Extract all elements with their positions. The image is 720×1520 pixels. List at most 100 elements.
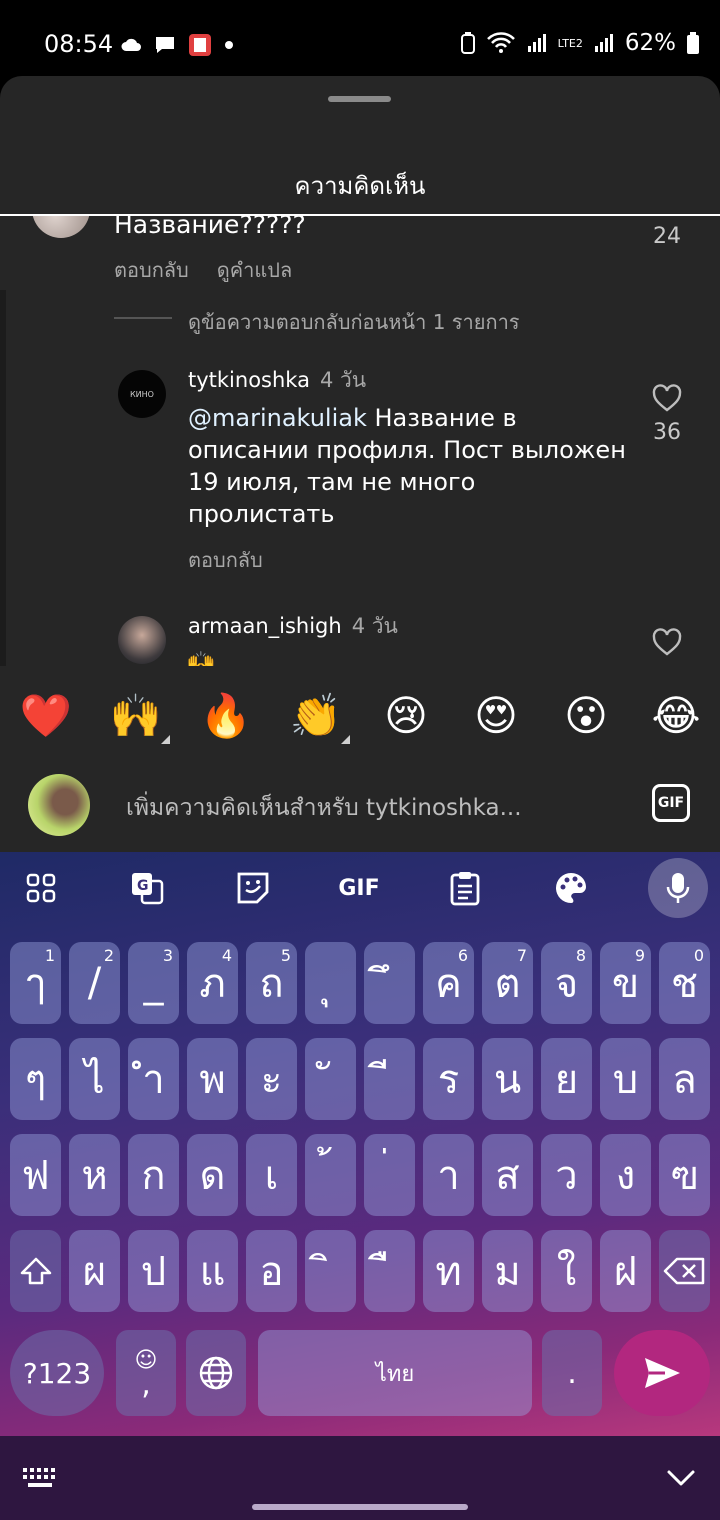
key[interactable]: อ (246, 1230, 297, 1312)
key[interactable]: ผ (69, 1230, 120, 1312)
username[interactable]: armaan_ishigh (188, 614, 342, 638)
key[interactable]: ค6 (423, 942, 474, 1024)
emoji-heart-eyes[interactable]: 😍 (468, 688, 524, 744)
emoji-raised-hands-glyph: 🙌 (109, 691, 163, 740)
key[interactable]: น (482, 1038, 533, 1120)
reply-button[interactable]: ตอบกลับ (188, 544, 263, 576)
key[interactable]: ุ (305, 942, 356, 1024)
key[interactable]: ต7 (482, 942, 533, 1024)
gif-keyboard-button[interactable]: GIF (336, 868, 382, 908)
key[interactable]: ี (364, 1038, 415, 1120)
translate-button[interactable]: ดูคำแปล (217, 254, 292, 286)
key[interactable]: ห (69, 1134, 120, 1216)
comments-list[interactable]: Название????? 24 ตอบกลับ ดูคำแปล ดูข้อคว… (0, 216, 720, 666)
globe-icon (199, 1356, 233, 1390)
translate-icon[interactable]: G (124, 868, 170, 908)
key[interactable]: ช0 (659, 942, 710, 1024)
backspace-key[interactable] (659, 1230, 710, 1312)
key[interactable]: ้ (305, 1134, 356, 1216)
clipboard-icon[interactable] (442, 868, 488, 908)
language-key[interactable] (186, 1330, 246, 1416)
key[interactable]: ๆ (10, 1038, 61, 1120)
heart-icon[interactable] (652, 384, 682, 412)
shift-key[interactable] (10, 1230, 61, 1312)
key[interactable]: /2 (69, 942, 120, 1024)
send-icon (645, 1358, 680, 1388)
key[interactable]: ๅ1 (10, 942, 61, 1024)
key[interactable]: ฟ (10, 1134, 61, 1216)
key[interactable]: ส (482, 1134, 533, 1216)
keyboard: G GIF ๅ1 /2 _3 ภ4 ถ5 ุ ึ ค6 ต7 จ8 ข9 ช0 … (0, 852, 720, 1436)
key-hint: 4 (221, 946, 232, 965)
key[interactable]: ร (423, 1038, 474, 1120)
chevron-down-icon[interactable] (666, 1468, 696, 1488)
key[interactable]: เ (246, 1134, 297, 1216)
home-gesture-bar[interactable] (252, 1504, 468, 1510)
emoji-laughing[interactable]: 😂 (648, 688, 704, 744)
comment-input[interactable]: เพิ่มความคิดเห็นสำหรับ tytkinoshka... (126, 790, 522, 826)
emoji-heart[interactable]: ❤️ (18, 688, 74, 744)
key[interactable]: ก (128, 1134, 179, 1216)
key[interactable]: ป (128, 1230, 179, 1312)
emoji-surprised[interactable]: 😮 (558, 688, 614, 744)
period-key[interactable]: . (542, 1330, 602, 1416)
reply-header: armaan_ishigh 4 วัน (188, 610, 398, 643)
key[interactable]: ถ5 (246, 942, 297, 1024)
keyboard-icon[interactable] (22, 1466, 58, 1490)
key[interactable]: ฃ (659, 1134, 710, 1216)
key[interactable]: ฝ (600, 1230, 651, 1312)
emoji-fire[interactable]: 🔥 (198, 688, 254, 744)
key[interactable]: ื (364, 1230, 415, 1312)
emoji-raised-hands[interactable]: 🙌 (108, 688, 170, 744)
key[interactable]: ล (659, 1038, 710, 1120)
microphone-icon[interactable] (648, 858, 708, 918)
key[interactable]: ด (187, 1134, 238, 1216)
key[interactable]: ่ (364, 1134, 415, 1216)
emoji-crying[interactable]: 😢 (378, 688, 434, 744)
emoji-comma-key[interactable]: ☺ , (116, 1330, 176, 1416)
view-previous-replies[interactable]: ดูข้อความตอบกลับก่อนหน้า 1 รายการ (188, 306, 520, 338)
key[interactable]: ง (600, 1134, 651, 1216)
emoji-clap[interactable]: 👏 (288, 688, 350, 744)
key[interactable]: ท (423, 1230, 474, 1312)
gif-button[interactable]: GIF (652, 784, 690, 822)
key[interactable]: ใ (541, 1230, 592, 1312)
key[interactable]: บ (600, 1038, 651, 1120)
key[interactable]: แ (187, 1230, 238, 1312)
reply-button[interactable]: ตอบกลับ (114, 254, 189, 286)
apps-grid-icon[interactable] (18, 868, 64, 908)
key[interactable]: ข9 (600, 942, 651, 1024)
status-bar: 08:54 LTE2 62% (0, 0, 720, 76)
symbols-key[interactable]: ?123 (10, 1330, 104, 1416)
timestamp: 4 วัน (319, 368, 367, 392)
key[interactable]: จ8 (541, 942, 592, 1024)
key[interactable]: พ (187, 1038, 238, 1120)
mention-link[interactable]: @marinakuliak (188, 404, 367, 432)
key-label: / (87, 960, 102, 1006)
key[interactable]: ิ (305, 1230, 356, 1312)
drag-handle[interactable] (328, 96, 391, 102)
key-label: จ (554, 961, 579, 1007)
send-button[interactable] (614, 1330, 710, 1416)
key[interactable]: ภ4 (187, 942, 238, 1024)
key[interactable]: ึ (364, 942, 415, 1024)
sticker-icon[interactable] (230, 868, 276, 908)
key-hint: 2 (103, 946, 114, 965)
username[interactable]: tytkinoshka (188, 368, 310, 392)
key[interactable]: ย (541, 1038, 592, 1120)
key[interactable]: ั (305, 1038, 356, 1120)
avatar[interactable] (118, 616, 166, 664)
key[interactable]: ำ (128, 1038, 179, 1120)
key[interactable]: ม (482, 1230, 533, 1312)
space-bar[interactable]: ไทย (258, 1330, 532, 1416)
key[interactable]: ไ (69, 1038, 120, 1120)
key[interactable]: า (423, 1134, 474, 1216)
key[interactable]: ะ (246, 1038, 297, 1120)
key[interactable]: _ 3 (128, 942, 179, 1024)
keyboard-toolbar: G GIF (0, 852, 720, 924)
palette-icon[interactable] (548, 868, 594, 908)
key[interactable]: ว (541, 1134, 592, 1216)
heart-icon[interactable] (652, 628, 682, 656)
avatar[interactable]: КИНО (118, 370, 166, 418)
avatar[interactable] (32, 216, 90, 238)
